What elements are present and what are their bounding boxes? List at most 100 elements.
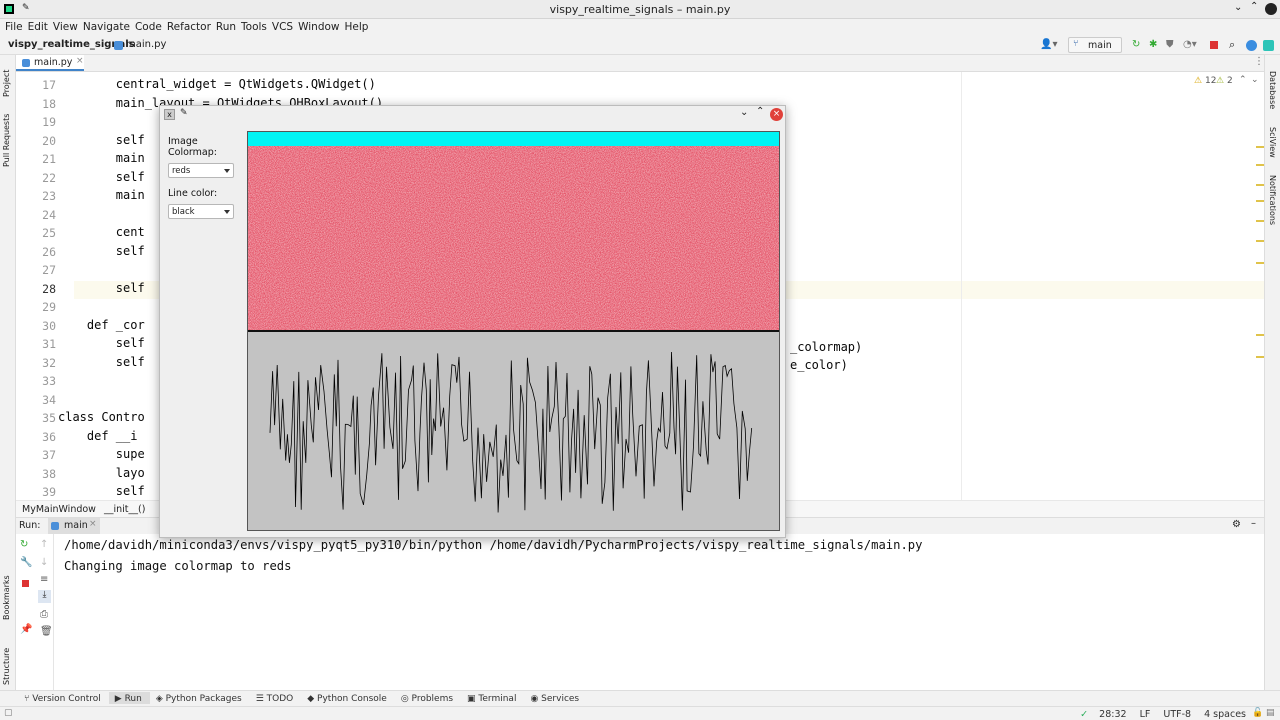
line-number: 25	[42, 226, 56, 240]
run-tab-main[interactable]: main ×	[48, 518, 100, 534]
menu-help[interactable]: Help	[340, 19, 369, 33]
menu-run[interactable]: Run	[211, 19, 236, 33]
scroll-to-end-icon[interactable]: ⤓	[38, 590, 51, 603]
print-icon[interactable]: ⎙	[40, 609, 48, 620]
tool-notifications[interactable]: Notifications	[1268, 175, 1277, 230]
branch-selector[interactable]: ⑂ main	[1068, 37, 1122, 53]
app-window-titlebar[interactable]: x ✎ ⌄ ⌃ ×	[160, 106, 785, 125]
settings-gear-icon[interactable]: ⚙	[1232, 519, 1241, 530]
minimize-icon[interactable]: ⌄	[1234, 2, 1242, 13]
layout-icon[interactable]: ▢	[4, 708, 13, 718]
tab-main-py[interactable]: main.py ×	[16, 55, 84, 71]
menu-code[interactable]: Code	[130, 19, 162, 33]
menu-view[interactable]: View	[48, 19, 78, 33]
pin-icon[interactable]: ✎	[180, 108, 188, 118]
right-tool-stripe: Database SciView Notifications	[1264, 55, 1280, 693]
user-icon[interactable]: 👤▾	[1040, 39, 1057, 50]
line-number: 23	[42, 189, 56, 203]
colormap-dropdown[interactable]: reds	[168, 163, 234, 178]
update-icon[interactable]	[1246, 40, 1257, 51]
tool-sciview[interactable]: SciView	[1268, 127, 1277, 162]
tool-project[interactable]: Project	[2, 57, 11, 97]
scroll-marker	[1256, 220, 1264, 222]
status-bar: ▢ ✓ 28:32 LF UTF-8 4 spaces 🔓 ▤	[0, 706, 1280, 720]
tool-database[interactable]: Database	[1268, 71, 1277, 111]
vispy-app-window[interactable]: x ✎ ⌄ ⌃ × Image Colormap: reds Line colo…	[159, 105, 786, 538]
vispy-canvas[interactable]	[247, 131, 780, 531]
prev-highlight-icon[interactable]: ⌃	[1239, 75, 1247, 85]
tab-python-packages[interactable]: ◈ Python Packages	[150, 692, 250, 704]
tab-terminal[interactable]: ▣ Terminal	[461, 692, 524, 704]
menu-file[interactable]: File	[0, 19, 23, 33]
more-tabs-icon[interactable]: ⋮	[1254, 56, 1264, 67]
run-tab-close-icon[interactable]: ×	[89, 519, 97, 529]
rerun-icon[interactable]: ↻	[20, 539, 28, 550]
soft-wrap-icon[interactable]: ≡	[40, 574, 48, 585]
breadcrumb-file[interactable]: main.py	[126, 39, 166, 50]
tab-label: Version Control	[32, 694, 101, 704]
next-highlight-icon[interactable]: ⌄	[1251, 75, 1259, 85]
tool-bookmarks[interactable]: Bookmarks	[2, 570, 11, 620]
indent-setting[interactable]: 4 spaces	[1204, 709, 1246, 720]
menu-tools[interactable]: Tools	[236, 19, 267, 33]
run-console[interactable]	[16, 534, 1264, 693]
menu-vcs[interactable]: VCS	[267, 19, 293, 33]
run-config-label: main	[64, 520, 88, 531]
search-icon[interactable]: ⌕	[1229, 38, 1235, 52]
scroll-marker	[1256, 164, 1264, 166]
tab-close-icon[interactable]: ×	[76, 56, 84, 66]
code-line: layo	[58, 465, 145, 480]
menu-window[interactable]: Window	[293, 19, 339, 33]
tab-run[interactable]: ▶ Run	[108, 692, 150, 704]
line-number: 35	[42, 411, 56, 425]
line-number: 33	[42, 374, 56, 388]
menu-edit[interactable]: Edit	[23, 19, 48, 33]
line-number: 29	[42, 300, 56, 314]
code-line: central_widget = QtWidgets.QWidget()	[58, 77, 376, 91]
line-number: 22	[42, 170, 56, 185]
profile-icon[interactable]: ◔▾	[1183, 39, 1197, 50]
lock-icon[interactable]: 🔓	[1252, 708, 1263, 718]
debug-icon[interactable]: ✱	[1149, 39, 1157, 50]
rerun-icon[interactable]: ↻	[1132, 39, 1140, 50]
stop-icon[interactable]	[1210, 41, 1218, 49]
tab-todo[interactable]: ☰ TODO	[250, 692, 302, 704]
weak-warning-icon[interactable]: ⚠	[1216, 76, 1224, 86]
warning-icon[interactable]: ⚠	[1194, 76, 1202, 86]
scroll-down-icon[interactable]: ↓	[40, 557, 48, 568]
code-line: def __i	[58, 428, 138, 443]
linecolor-dropdown[interactable]: black	[168, 204, 234, 219]
menu-navigate[interactable]: Navigate	[78, 19, 130, 33]
trash-icon[interactable]: 🗑	[40, 626, 53, 637]
colormap-label: Image Colormap:	[168, 136, 217, 158]
coverage-icon[interactable]: ⛊	[1166, 39, 1174, 50]
tool-structure[interactable]: Structure	[2, 640, 11, 685]
plugin-icon[interactable]	[1263, 40, 1274, 51]
memory-icon[interactable]: ▤	[1266, 708, 1275, 718]
code-line: self	[58, 280, 145, 295]
scroll-up-icon[interactable]: ↑	[40, 539, 48, 550]
maximize-icon[interactable]: ⌃	[1250, 1, 1258, 12]
menu-refactor[interactable]: Refactor	[162, 19, 211, 33]
breadcrumb-class[interactable]: MyMainWindow	[22, 504, 96, 515]
app-close-icon[interactable]: ×	[770, 108, 783, 121]
tab-python-console[interactable]: ◆ Python Console	[301, 692, 395, 704]
warning-count: 12	[1205, 76, 1217, 86]
caret-position[interactable]: 28:32	[1099, 709, 1126, 720]
app-maximize-icon[interactable]: ⌃	[756, 106, 764, 117]
hide-panel-icon[interactable]: –	[1251, 518, 1256, 529]
pin-tab-icon[interactable]: 📌	[20, 624, 32, 635]
tab-services[interactable]: ◉ Services	[524, 692, 587, 704]
vcs-check-icon[interactable]: ✓	[1080, 709, 1088, 720]
file-encoding[interactable]: UTF-8	[1163, 709, 1191, 720]
tab-version-control[interactable]: ⑂ Version Control	[18, 692, 109, 704]
stop-icon[interactable]	[22, 580, 29, 587]
tab-problems[interactable]: ◎ Problems	[395, 692, 461, 704]
wrench-icon[interactable]: 🔧	[20, 557, 32, 568]
line-separator[interactable]: LF	[1140, 709, 1151, 720]
close-icon[interactable]	[1265, 3, 1277, 15]
breadcrumb-method[interactable]: __init__()	[104, 504, 145, 515]
app-minimize-icon[interactable]: ⌄	[740, 107, 748, 118]
python-file-icon	[114, 41, 123, 50]
tool-pull-requests[interactable]: Pull Requests	[2, 107, 11, 167]
